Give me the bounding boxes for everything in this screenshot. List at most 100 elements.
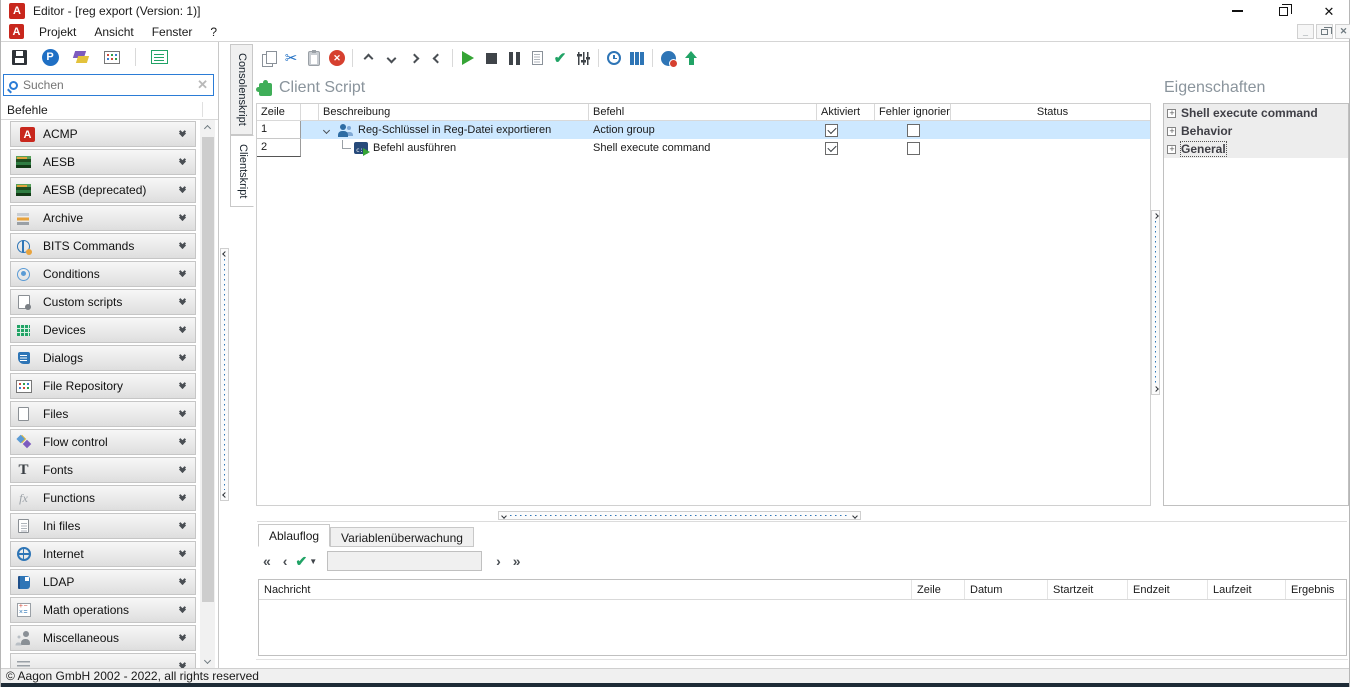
fehler-ignorieren-checkbox[interactable] <box>907 142 920 155</box>
stop-button[interactable] <box>480 47 502 69</box>
column-header-endzeit[interactable]: Endzeit <box>1128 580 1208 599</box>
mdi-minimize-button[interactable]: _ <box>1297 24 1314 39</box>
cut-button[interactable]: ✂ <box>280 47 302 69</box>
column-header-befehl[interactable]: Befehl <box>589 104 817 120</box>
scroll-up-button[interactable] <box>200 120 215 136</box>
column-header-beschreibung[interactable]: Beschreibung <box>319 104 589 120</box>
menu-help[interactable]: ? <box>201 23 226 41</box>
column-header-datum[interactable]: Datum <box>965 580 1048 599</box>
upload-button[interactable] <box>680 47 702 69</box>
outdent-button[interactable] <box>426 47 448 69</box>
category-aesb[interactable]: AESB <box>10 149 196 175</box>
last-record-button[interactable]: » <box>509 553 525 569</box>
filter-dropdown-icon[interactable]: ▼ <box>309 557 317 566</box>
category-acmp[interactable]: ACMP <box>10 121 196 147</box>
design-button[interactable] <box>70 46 92 68</box>
aktiviert-checkbox[interactable] <box>825 142 838 155</box>
category-file-repository[interactable]: File Repository <box>10 373 196 399</box>
project-button[interactable] <box>39 46 61 68</box>
tab-variablenueberwachung[interactable]: Variablenüberwachung <box>330 527 474 547</box>
next-record-button[interactable]: › <box>492 553 505 569</box>
form-editor-button[interactable] <box>148 46 170 68</box>
column-header-fehler-ignorieren[interactable]: Fehler ignorieren <box>875 104 951 120</box>
column-header-ergebnis[interactable]: Ergebnis <box>1286 580 1346 599</box>
category-files[interactable]: Files <box>10 401 196 427</box>
expand-plus-icon[interactable] <box>1167 109 1176 118</box>
category-dialogs[interactable]: Dialogs <box>10 345 196 371</box>
tab-ablauflog[interactable]: Ablauflog <box>258 524 330 547</box>
clear-search-icon[interactable]: ✕ <box>197 77 208 93</box>
fehler-ignorieren-checkbox[interactable] <box>907 124 920 137</box>
category-bits-commands[interactable]: BITS Commands <box>10 233 196 259</box>
tab-clientskript[interactable]: Clientskript <box>230 135 254 207</box>
paste-button[interactable] <box>303 47 325 69</box>
aktiviert-checkbox[interactable] <box>825 124 838 137</box>
menu-ansicht[interactable]: Ansicht <box>85 23 142 41</box>
chevron-up-icon <box>363 53 373 63</box>
category-ldap[interactable]: LDAP <box>10 569 196 595</box>
move-up-button[interactable] <box>357 47 379 69</box>
category-conditions[interactable]: Conditions <box>10 261 196 287</box>
category-devices[interactable]: Devices <box>10 317 196 343</box>
scroll-down-button[interactable] <box>200 652 215 668</box>
debug-button[interactable] <box>657 47 679 69</box>
close-button[interactable]: ✕ <box>1315 2 1343 20</box>
command-categories-list: ACMP AESB AESB (deprecated) Archive BITS… <box>1 120 199 668</box>
log-panel-collapse-splitter[interactable] <box>498 511 861 520</box>
column-header-zeile[interactable]: Zeile <box>912 580 965 599</box>
column-header-zeile[interactable]: Zeile <box>257 104 301 120</box>
tab-consolenskript[interactable]: Consolenskript <box>230 44 253 135</box>
statistics-button[interactable] <box>626 47 648 69</box>
expand-plus-icon[interactable] <box>1167 127 1176 136</box>
script-log-button[interactable] <box>526 47 548 69</box>
category-custom-scripts[interactable]: Custom scripts <box>10 289 196 315</box>
move-down-button[interactable] <box>380 47 402 69</box>
log-filter-input[interactable] <box>327 551 482 571</box>
column-header-nachricht[interactable]: Nachricht <box>259 580 912 599</box>
category-fonts[interactable]: Fonts <box>10 457 196 483</box>
properties-collapse-splitter[interactable] <box>1151 210 1160 395</box>
run-button[interactable] <box>457 47 479 69</box>
property-group-behavior[interactable]: Behavior <box>1164 122 1348 140</box>
column-header-aktiviert[interactable]: Aktiviert <box>817 104 875 120</box>
search-input[interactable] <box>23 78 197 92</box>
minimize-button[interactable] <box>1223 2 1251 20</box>
settings-button[interactable] <box>572 47 594 69</box>
delete-button[interactable] <box>326 47 348 69</box>
column-header-status[interactable]: Status <box>951 104 1150 120</box>
mdi-restore-button[interactable] <box>1316 24 1333 39</box>
previous-record-button[interactable]: ‹ <box>279 553 292 569</box>
file-repository-button[interactable] <box>101 46 123 68</box>
category-ini-files[interactable]: Ini files <box>10 513 196 539</box>
pause-button[interactable] <box>503 47 525 69</box>
sidebar-collapse-splitter[interactable] <box>220 248 229 501</box>
menu-projekt[interactable]: Projekt <box>30 23 85 41</box>
menu-fenster[interactable]: Fenster <box>143 23 202 41</box>
category-aesb-deprecated[interactable]: AESB (deprecated) <box>10 177 196 203</box>
category-flow-control[interactable]: Flow control <box>10 429 196 455</box>
history-button[interactable] <box>603 47 625 69</box>
mdi-close-button[interactable]: ✕ <box>1335 24 1350 39</box>
category-archive[interactable]: Archive <box>10 205 196 231</box>
copy-button[interactable] <box>257 47 279 69</box>
restore-button[interactable] <box>1269 2 1297 20</box>
script-row-1[interactable]: 1 Reg-Schlüssel in Reg-Datei exportieren… <box>257 121 1150 139</box>
collapse-chevron-icon[interactable] <box>323 126 330 133</box>
category-math-operations[interactable]: Math operations <box>10 597 196 623</box>
column-header-laufzeit[interactable]: Laufzeit <box>1208 580 1286 599</box>
save-button[interactable] <box>8 46 30 68</box>
property-group-general[interactable]: General <box>1164 140 1348 158</box>
first-record-button[interactable]: « <box>259 553 275 569</box>
category-miscellaneous[interactable]: Miscellaneous <box>10 625 196 651</box>
category-internet[interactable]: Internet <box>10 541 196 567</box>
scrollbar-thumb[interactable] <box>202 137 214 602</box>
script-row-2[interactable]: 2 Befehl ausführen Shell execute command <box>257 139 1150 157</box>
indent-button[interactable] <box>403 47 425 69</box>
column-header-startzeit[interactable]: Startzeit <box>1048 580 1128 599</box>
expand-plus-icon[interactable] <box>1167 145 1176 154</box>
property-group-shell-execute-command[interactable]: Shell execute command <box>1164 104 1348 122</box>
filter-check-icon[interactable]: ✔ <box>295 553 307 570</box>
validate-button[interactable]: ✔ <box>549 47 571 69</box>
category-functions[interactable]: Functions <box>10 485 196 511</box>
category-partial[interactable] <box>10 653 196 668</box>
